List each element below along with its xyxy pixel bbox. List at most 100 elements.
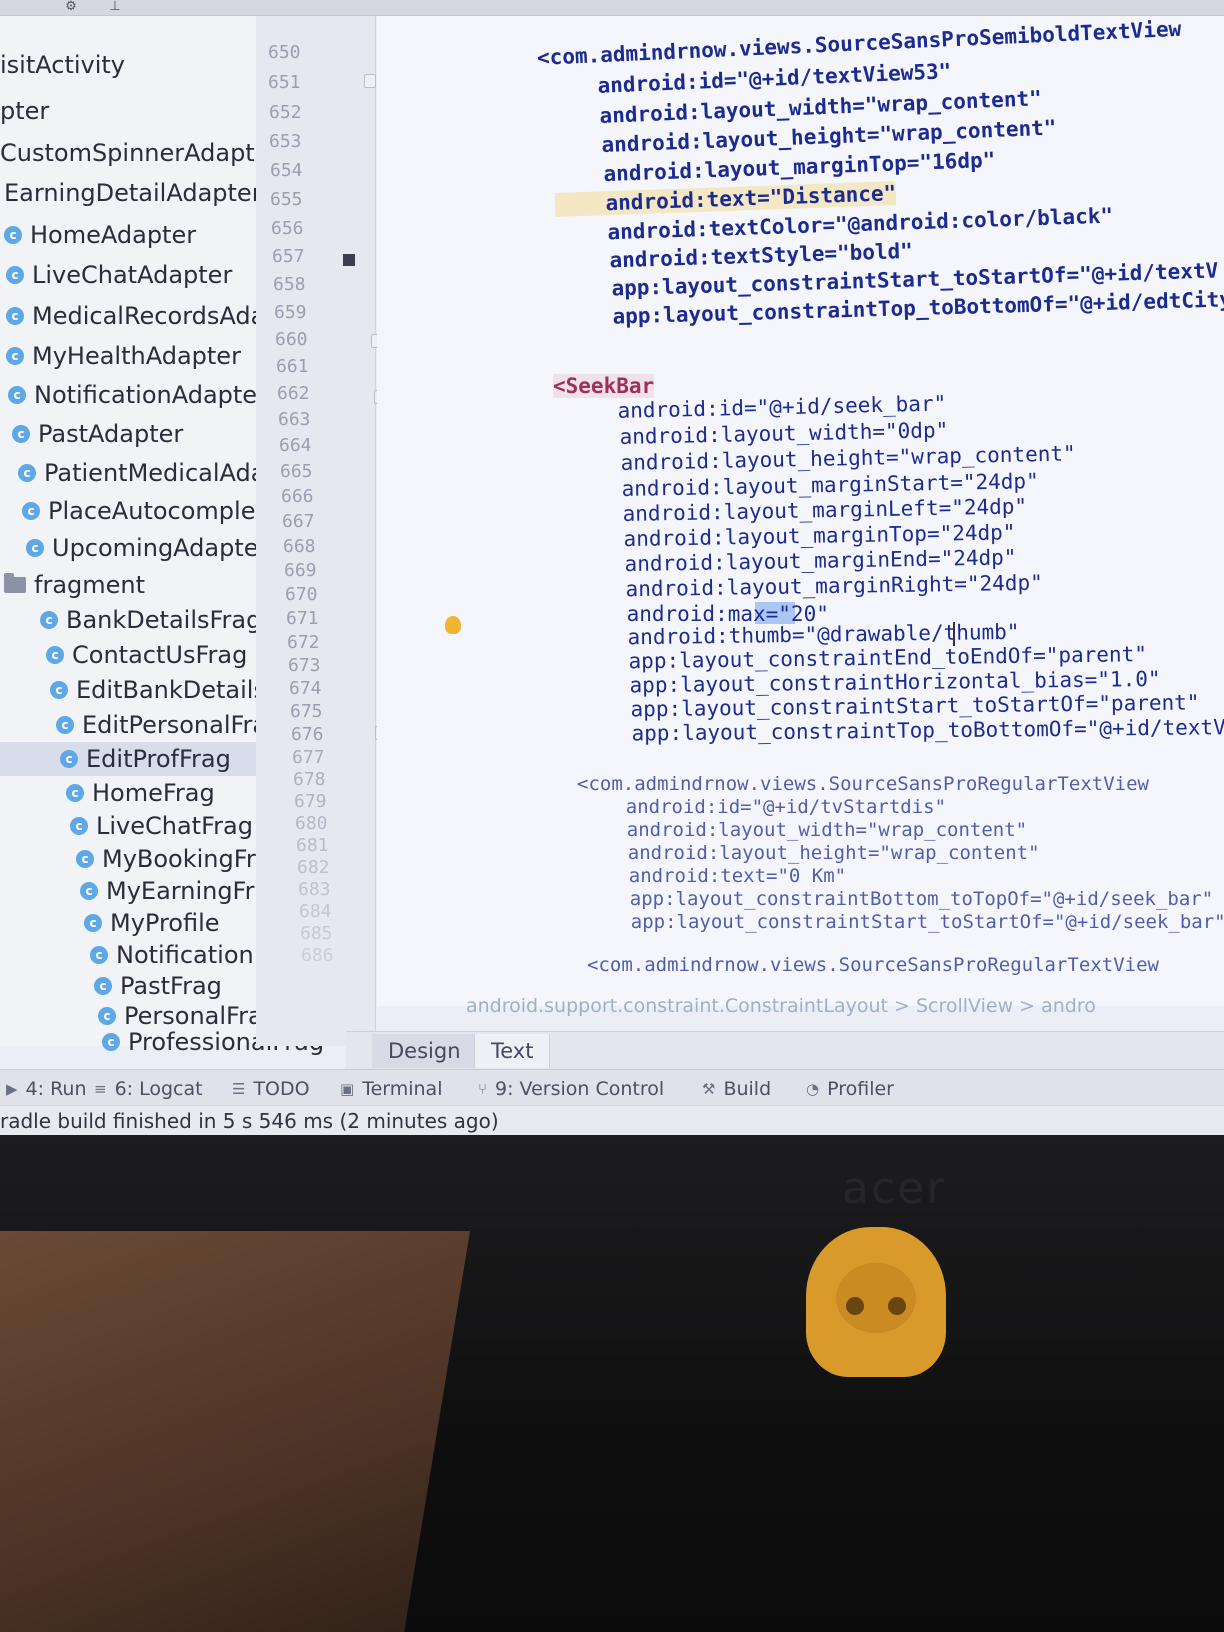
tree-item-label: MyHealthAdapter (32, 342, 241, 370)
tree-item[interactable]: c MyProfile (84, 906, 220, 940)
version-control-icon: ⑂ (478, 1080, 488, 1098)
version-control-tool-button[interactable]: ⑂ 9: Version Control (478, 1076, 664, 1102)
tree-item[interactable]: c LiveChatAdapter (6, 258, 232, 292)
class-icon: c (6, 307, 24, 325)
tree-item[interactable]: CustomSpinnerAdapte (0, 136, 269, 170)
line-number: 657 (272, 246, 305, 267)
line-number: 655 (270, 189, 303, 210)
tab-design[interactable]: Design (372, 1034, 477, 1068)
line-number: 673 (288, 655, 321, 676)
tree-item[interactable]: c HomeFrag (66, 776, 215, 810)
line-number: 665 (280, 461, 313, 482)
class-icon: c (98, 1007, 116, 1025)
todo-tool-label: TODO (253, 1078, 310, 1100)
code-editor[interactable]: <com.admindrnow.views.SourceSansProSemib… (377, 16, 1224, 1006)
class-icon: c (94, 977, 112, 995)
line-number: 664 (279, 435, 312, 456)
figure-eye (888, 1297, 906, 1315)
build-icon: ⚒ (702, 1080, 716, 1098)
fold-icon[interactable] (364, 74, 376, 88)
line-number: 660 (275, 329, 308, 350)
line-number: 676 (291, 724, 324, 745)
editor-mode-tabs: Design Text (346, 1031, 1224, 1069)
lightbulb-icon[interactable] (445, 616, 461, 634)
class-icon: c (6, 266, 24, 284)
toy-figure (806, 1227, 946, 1377)
code-line: android:layout_height="wrap_content" (582, 842, 1040, 864)
line-number: 683 (298, 879, 331, 900)
tree-item[interactable]: c MyHealthAdapter (6, 339, 241, 373)
tree-item-label: ContactUsFrag (72, 641, 248, 669)
tree-item[interactable]: c ContactUsFrag (46, 638, 247, 672)
terminal-icon: ▣ (340, 1080, 355, 1098)
build-tool-button[interactable]: ⚒ Build (702, 1076, 771, 1102)
status-message: radle build finished in 5 s 546 ms (2 mi… (0, 1109, 499, 1133)
tree-item[interactable]: c UpcomingAdapter (26, 531, 268, 565)
todo-tool-button[interactable]: ☰ TODO (232, 1076, 310, 1102)
tree-item[interactable]: c PastAdapter (12, 417, 183, 451)
tab-text[interactable]: Text (474, 1034, 551, 1068)
logcat-icon: ≡ (94, 1080, 107, 1098)
tree-item[interactable]: c MyBookingFrag (76, 842, 286, 876)
line-number: 669 (284, 560, 317, 581)
line-number: 671 (286, 608, 319, 629)
tree-item[interactable]: c MyEarningFrag (80, 874, 284, 908)
tree-item[interactable]: c PastFrag (94, 969, 222, 1003)
tree-item[interactable]: c EditPersonalFrag (56, 708, 282, 742)
tree-item-label: fragment (34, 571, 146, 599)
class-icon: c (18, 464, 36, 482)
tree-item-label: EditPersonalFrag (82, 711, 283, 739)
class-icon: c (90, 946, 108, 964)
top-toolbar: ⚙ ⊥ (0, 0, 1224, 16)
tree-item[interactable]: c HomeAdapter (4, 218, 196, 252)
line-number: 677 (292, 747, 325, 768)
line-number: 663 (278, 409, 311, 430)
tree-item-label: BankDetailsFrag (66, 606, 262, 634)
line-number: 670 (285, 584, 318, 605)
tree-item-label: PersonalFrag (124, 1002, 278, 1030)
tree-item[interactable]: c BankDetailsFrag (40, 603, 261, 637)
collapse-icon[interactable]: ⊥ (104, 0, 126, 14)
tree-item-label: isitActivity (0, 51, 126, 79)
class-icon: c (46, 646, 64, 664)
tree-item[interactable]: c LiveChatFrag (70, 809, 253, 843)
run-tool-button[interactable]: ▶ 4: Run (6, 1076, 87, 1102)
run-icon: ▶ (6, 1080, 18, 1098)
profiler-tool-button[interactable]: ◔ Profiler (806, 1076, 894, 1102)
line-number: 662 (277, 383, 310, 404)
logcat-tool-button[interactable]: ≡ 6: Logcat (94, 1076, 203, 1102)
tree-item[interactable]: EarningDetailAdapter (4, 176, 262, 210)
class-icon: c (70, 817, 88, 835)
logcat-tool-label: 6: Logcat (114, 1078, 203, 1100)
line-number: 656 (271, 218, 304, 239)
tree-item-folder[interactable]: fragment (4, 568, 145, 602)
line-number: 681 (296, 835, 329, 856)
settings-icon[interactable]: ⚙ (60, 0, 82, 14)
class-icon: c (12, 425, 30, 443)
line-number: 678 (293, 769, 326, 790)
tree-item-label: NotificationAdapter (34, 381, 267, 409)
class-icon: c (6, 347, 24, 365)
line-number: 672 (287, 632, 320, 653)
class-icon: c (26, 539, 44, 557)
tree-item[interactable]: c NotificationAdapter (8, 378, 267, 412)
line-number: 658 (273, 274, 306, 295)
profiler-tool-label: Profiler (827, 1078, 894, 1100)
profiler-icon: ◔ (806, 1080, 820, 1098)
line-number: 680 (295, 813, 328, 834)
line-number: 684 (299, 901, 332, 922)
tree-item[interactable]: pter (0, 94, 49, 128)
tree-item-label: EditProfFrag (86, 745, 231, 773)
bookmark-icon[interactable] (343, 254, 355, 266)
code-line: <com.admindrnow.views.SourceSansProRegul… (587, 954, 1159, 976)
code-line: app:layout_constraintBottom_toTopOf="@+i… (584, 888, 1214, 910)
tree-item-label: HomeAdapter (30, 221, 197, 249)
tree-item[interactable]: isitActivity (0, 48, 125, 82)
code-line: android:layout_width="wrap_content" (581, 819, 1028, 841)
line-number: 661 (276, 356, 309, 377)
terminal-tool-button[interactable]: ▣ Terminal (340, 1076, 442, 1102)
monitor-bezel: acer (0, 1135, 1224, 1632)
breadcrumb[interactable]: android.support.constraint.ConstraintLay… (466, 995, 1096, 1021)
class-icon: c (4, 226, 22, 244)
tool-window-bar: ▶ 4: Run ≡ 6: Logcat ☰ TODO ▣ Terminal ⑂ 9: V… (0, 1069, 1224, 1105)
